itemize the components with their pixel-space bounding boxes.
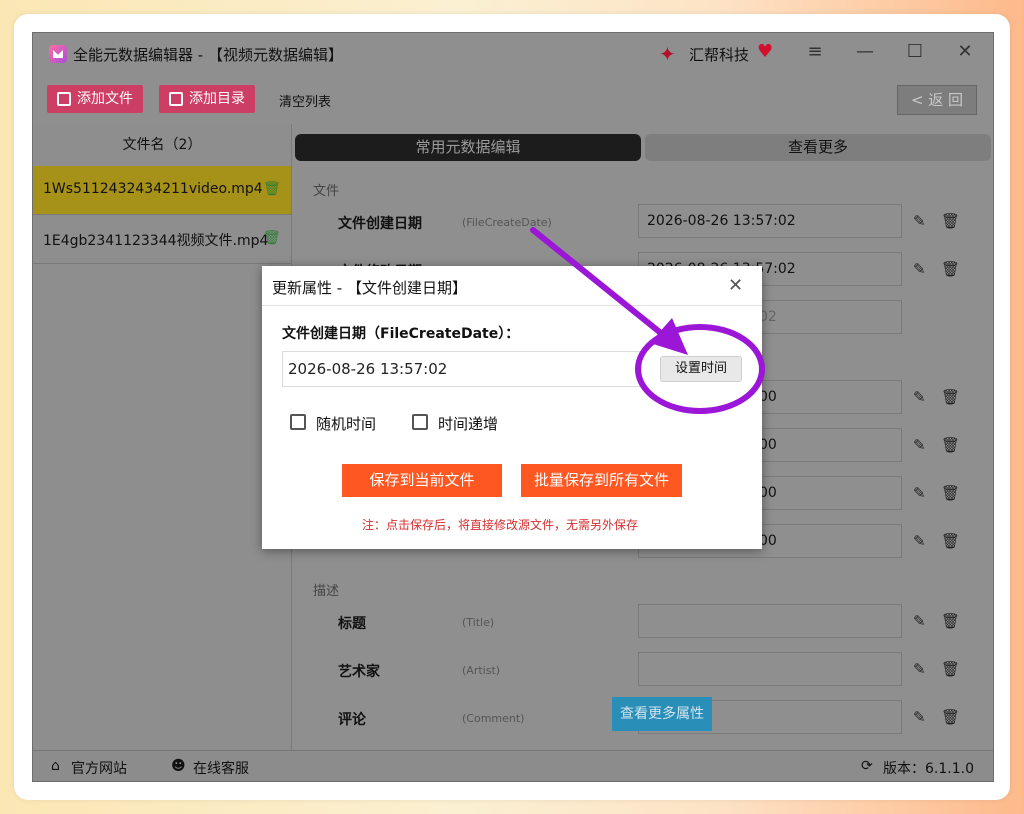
file-name: 1E4gb2341123344视频文件.mp4 (43, 233, 269, 249)
add-directory-button[interactable]: 添加目录 (159, 85, 255, 113)
file-list-item[interactable]: 1Ws5112432434211video.mp4 🗑 (33, 166, 291, 215)
home-icon[interactable]: ⌂ (51, 758, 60, 774)
edit-icon[interactable]: ✎ (913, 532, 926, 550)
edit-icon[interactable]: ✎ (913, 388, 926, 406)
delete-icon[interactable]: 🗑 (941, 436, 960, 454)
file-name: 1Ws5112432434211video.mp4 (43, 181, 263, 197)
brand-logo-icon: ✦ (659, 42, 676, 66)
file-list-header: 文件名（2） (122, 137, 202, 153)
back-button[interactable]: < 返 回 (897, 85, 977, 115)
edit-icon[interactable]: ✎ (913, 708, 926, 726)
delete-icon[interactable]: 🗑 (263, 181, 281, 197)
add-file-button[interactable]: 添加文件 (47, 85, 143, 113)
field-key-create-date: (FileCreateDate) (462, 216, 552, 229)
heart-icon[interactable]: ♥ (757, 41, 773, 62)
folder-plus-icon (169, 92, 183, 106)
field-label-comment: 评论 (338, 712, 366, 728)
edit-icon[interactable]: ✎ (913, 612, 926, 630)
save-current-file-button[interactable]: 保存到当前文件 (342, 464, 502, 497)
add-directory-label: 添加目录 (189, 91, 245, 107)
section-description-label: 描述 (313, 584, 340, 599)
section-file-label: 文件 (313, 184, 340, 199)
dialog-divider (262, 305, 762, 306)
field-label-title: 标题 (338, 616, 366, 632)
save-all-files-button[interactable]: 批量保存到所有文件 (521, 464, 682, 497)
maximize-button[interactable]: ☐ (903, 41, 927, 62)
online-support-link[interactable]: 在线客服 (193, 758, 249, 778)
dialog-note: 注：点击保存后，将直接修改源文件，无需另外保存 (362, 518, 639, 532)
version-label: 版本：6.1.1.0 (883, 761, 974, 777)
update-property-dialog: 更新属性 - 【文件创建日期】 ✕ 文件创建日期（FileCreateDate）… (262, 266, 762, 549)
tab-see-more[interactable]: 查看更多 (645, 134, 991, 161)
delete-icon[interactable]: 🗑 (941, 212, 960, 230)
delete-icon[interactable]: 🗑 (941, 532, 960, 550)
random-time-label[interactable]: 随机时间 (316, 413, 376, 434)
file-list-panel: 文件名（2） 1Ws5112432434211video.mp4 🗑 1E4gb… (33, 124, 292, 750)
delete-icon[interactable]: 🗑 (941, 660, 960, 678)
refresh-icon[interactable]: ⟳ (861, 758, 873, 774)
edit-icon[interactable]: ✎ (913, 484, 926, 502)
field-key-comment: (Comment) (462, 712, 525, 725)
set-time-button[interactable]: 设置时间 (660, 356, 742, 382)
field-key-title: (Title) (462, 616, 495, 629)
close-icon[interactable]: ✕ (728, 275, 743, 296)
dialog-field-label: 文件创建日期（FileCreateDate）： (282, 326, 520, 342)
add-file-label: 添加文件 (77, 91, 133, 107)
incremental-time-checkbox[interactable] (412, 414, 428, 430)
brand-name: 汇帮科技 (689, 46, 750, 64)
edit-icon[interactable]: ✎ (913, 260, 926, 278)
incremental-time-label[interactable]: 时间递增 (438, 413, 498, 434)
official-website-link[interactable]: 官方网站 (71, 758, 127, 778)
minimize-button[interactable]: — (853, 41, 877, 62)
artist-field[interactable] (638, 652, 902, 686)
tab-common-metadata[interactable]: 常用元数据编辑 (295, 134, 641, 161)
field-label-create-date: 文件创建日期 (338, 216, 422, 232)
delete-icon[interactable]: 🗑 (941, 708, 960, 726)
edit-icon[interactable]: ✎ (913, 436, 926, 454)
see-more-attributes-button[interactable]: 查看更多属性 (612, 697, 712, 731)
create-date-field[interactable]: 2026-08-26 13:57:02 (638, 204, 902, 238)
field-key-artist: (Artist) (462, 664, 501, 677)
random-time-checkbox[interactable] (290, 414, 306, 430)
delete-icon[interactable]: 🗑 (941, 484, 960, 502)
title-field[interactable] (638, 604, 902, 638)
delete-icon[interactable]: 🗑 (941, 260, 960, 278)
file-list-item[interactable]: 1E4gb2341123344视频文件.mp4 🗑 (33, 215, 291, 264)
file-icon (57, 92, 71, 106)
delete-icon[interactable]: 🗑 (941, 388, 960, 406)
close-button[interactable]: ✕ (953, 41, 977, 62)
title-bar: 全能元数据编辑器 - 【视频元数据编辑】 ✦ 汇帮科技 ♥ ≡ — ☐ ✕ (33, 33, 993, 75)
dialog-title: 更新属性 - 【文件创建日期】 (272, 279, 467, 297)
support-icon[interactable]: ☻ (171, 758, 186, 774)
menu-icon[interactable]: ≡ (803, 41, 827, 62)
app-logo-icon (49, 45, 67, 63)
date-time-input[interactable]: 2026-08-26 13:57:02 (282, 351, 642, 387)
edit-icon[interactable]: ✎ (913, 212, 926, 230)
field-label-artist: 艺术家 (338, 664, 380, 680)
status-bar: ⌂ 官方网站 ☻ 在线客服 ⟳ 版本：6.1.1.0 (33, 750, 993, 781)
delete-icon[interactable]: 🗑 (263, 230, 281, 246)
app-title: 全能元数据编辑器 - 【视频元数据编辑】 (73, 46, 343, 64)
edit-icon[interactable]: ✎ (913, 660, 926, 678)
clear-list-button[interactable]: 清空列表 (279, 91, 331, 110)
delete-icon[interactable]: 🗑 (941, 612, 960, 630)
